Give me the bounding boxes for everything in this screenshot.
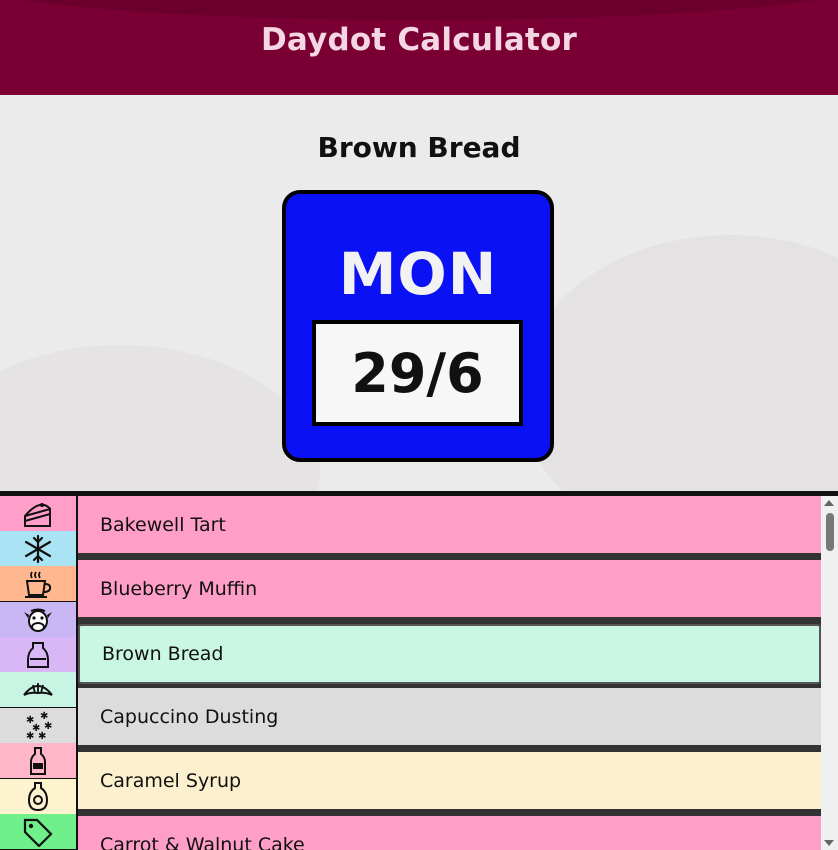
croissant-icon: [23, 682, 53, 696]
background-decoration: [0, 345, 320, 491]
list-item-label: Capuccino Dusting: [100, 705, 279, 728]
daydot-label: MON 29/6: [282, 190, 554, 462]
daydot-date: 29/6: [351, 342, 484, 405]
list-item-label: Brown Bread: [102, 643, 224, 665]
app-title: Daydot Calculator: [260, 22, 578, 58]
scrollbar[interactable]: [821, 496, 838, 850]
category-bakery[interactable]: [0, 672, 76, 707]
sprinkles-icon: ✱ ✱ ✱ ✱ ✱ ✱: [26, 711, 52, 741]
selected-food-name: Brown Bread: [317, 131, 521, 164]
hot-drink-icon: [25, 571, 52, 598]
syrup-bottle-icon: [27, 781, 49, 811]
list-item[interactable]: Capuccino Dusting: [78, 688, 821, 748]
category-hot-drinks[interactable]: [0, 566, 76, 601]
carafe-icon: [27, 641, 49, 668]
category-sidebar: ✱ ✱ ✱ ✱ ✱ ✱: [0, 496, 78, 850]
category-cakes[interactable]: [0, 496, 76, 531]
scrollbar-thumb[interactable]: [826, 513, 834, 551]
svg-text:✱: ✱: [26, 731, 34, 741]
scroll-down-arrow-icon[interactable]: [824, 840, 834, 846]
category-toppings[interactable]: ✱ ✱ ✱ ✱ ✱ ✱: [0, 708, 76, 743]
list-item[interactable]: Carrot & Walnut Cake: [78, 816, 821, 850]
food-item-list[interactable]: Bakewell Tart Blueberry Muffin Brown Bre…: [78, 496, 838, 850]
header-decoration: [0, 0, 838, 20]
result-panel: Brown Bread MON 29/6: [0, 95, 838, 491]
list-item-label: Blueberry Muffin: [100, 577, 258, 600]
category-labels[interactable]: [0, 814, 76, 849]
list-item-label: Carrot & Walnut Cake: [100, 833, 305, 850]
category-frozen[interactable]: [0, 531, 76, 566]
background-decoration: [520, 235, 838, 491]
app-window: Daydot Calculator Brown Bread MON 29/6 ✱…: [0, 0, 838, 850]
list-item-label: Caramel Syrup: [100, 769, 242, 792]
list-item-label: Bakewell Tart: [100, 513, 226, 536]
category-sauces[interactable]: [0, 743, 76, 778]
svg-text:✱: ✱: [38, 731, 46, 741]
scroll-up-arrow-icon[interactable]: [824, 500, 834, 506]
cake-icon: [24, 502, 51, 527]
snowflake-icon: [24, 534, 52, 563]
category-milk[interactable]: [0, 637, 76, 672]
header-bar: Daydot Calculator: [0, 0, 838, 95]
list-item[interactable]: Blueberry Muffin: [78, 560, 821, 620]
cow-icon: [24, 608, 52, 632]
tag-icon: [23, 818, 53, 847]
category-dairy[interactable]: [0, 602, 76, 637]
daydot-day: MON: [338, 240, 498, 308]
bottle-icon: [30, 746, 46, 775]
list-item-selected[interactable]: Brown Bread: [78, 624, 821, 684]
category-syrups[interactable]: [0, 779, 76, 814]
list-item[interactable]: Caramel Syrup: [78, 752, 821, 812]
list-item[interactable]: Bakewell Tart: [78, 496, 821, 556]
daydot-date-box: 29/6: [312, 320, 523, 426]
